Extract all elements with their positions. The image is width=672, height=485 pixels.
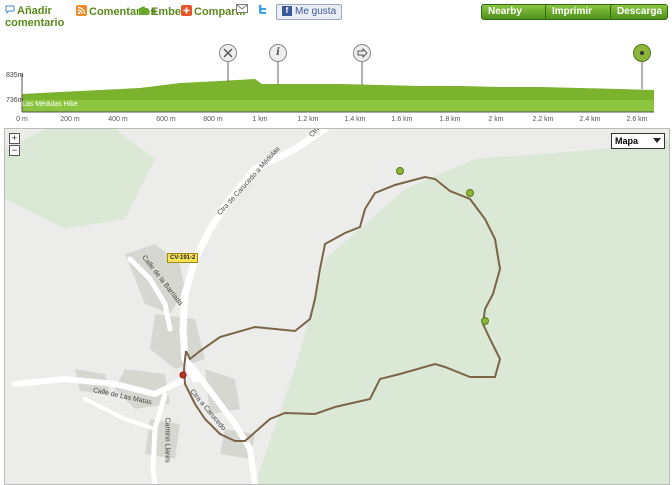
street-label: Camino Llares (163, 417, 171, 463)
x-tick: 1.6 km (391, 116, 413, 123)
forest-area (255, 139, 669, 484)
forest-area (5, 129, 155, 229)
waypoint-marker (466, 189, 474, 197)
waypoint-marker (481, 317, 489, 325)
x-tick: 2.4 km (579, 116, 601, 123)
map-view[interactable]: + − Mapa CV-191-2 Ctra de Carucedo a Méd… (4, 128, 670, 485)
facebook-like-button[interactable]: f Me gusta (276, 4, 343, 20)
elevation-profile: i 835m 736m Las Médulas Hike 0 m 200 m 4… (0, 38, 672, 128)
zoom-out-button[interactable]: − (9, 145, 20, 156)
x-tick: 2.6 km (626, 116, 648, 123)
x-tick: 1.2 km (297, 116, 319, 123)
add-comment-link[interactable]: Añadir comentario (5, 5, 64, 29)
elevation-min-label: 736m (6, 97, 24, 104)
end-point-icon[interactable] (633, 44, 651, 62)
info-icon[interactable]: i (269, 44, 287, 62)
x-tick: 1.8 km (439, 116, 461, 123)
map-canvas (5, 129, 669, 484)
toolbar: Añadir comentario Comentarios Embed Comp… (0, 0, 672, 30)
add-comment-label-2: comentario (5, 17, 65, 30)
map-type-label: Mapa (615, 136, 639, 146)
waypoint-marker (396, 167, 404, 175)
hammer-pick-icon[interactable] (219, 44, 237, 62)
x-tick: 2.2 km (532, 116, 554, 123)
download-button[interactable]: Descarga (610, 4, 668, 20)
x-tick: 1.4 km (344, 116, 366, 123)
chevron-down-icon (653, 138, 661, 143)
x-tick: 2 km (488, 116, 504, 123)
puzzle-icon (138, 5, 150, 19)
profile-chart (21, 60, 654, 113)
x-tick: 800 m (203, 116, 223, 123)
add-comment-label: Añadir (17, 5, 52, 17)
share-plus-icon (181, 5, 192, 19)
print-button[interactable]: Imprimir (545, 4, 616, 20)
x-tick: 200 m (60, 116, 80, 123)
twitter-icon[interactable] (257, 4, 267, 18)
zoom-in-button[interactable]: + (9, 133, 20, 144)
road-badge: CV-191-2 (167, 253, 199, 263)
comment-bubble-icon (5, 5, 15, 17)
map-type-select[interactable]: Mapa (611, 133, 665, 149)
facebook-icon: f (282, 6, 292, 17)
x-tick: 400 m (108, 116, 128, 123)
like-label: Me gusta (295, 6, 337, 17)
start-marker (179, 371, 187, 379)
x-tick: 1 km (252, 116, 268, 123)
email-icon[interactable] (236, 4, 248, 16)
x-tick: 0 m (16, 116, 28, 123)
arrow-right-icon[interactable] (353, 44, 371, 62)
nearby-button[interactable]: Nearby (481, 4, 552, 20)
x-tick: 600 m (156, 116, 176, 123)
track-name: Las Médulas Hike (22, 101, 78, 108)
elevation-max-label: 835m (6, 72, 24, 79)
rss-icon (76, 5, 87, 19)
